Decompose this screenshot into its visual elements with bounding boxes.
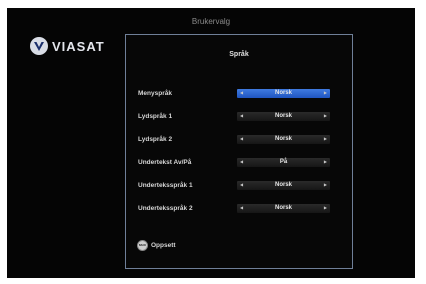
audio-language-1-selector[interactable]: ◀ Norsk ▶	[237, 111, 330, 121]
row-label: Lydspråk 2	[138, 135, 173, 143]
arrow-right-icon[interactable]: ▶	[324, 206, 327, 210]
arrow-right-icon[interactable]: ▶	[324, 160, 327, 164]
back-button-icon[interactable]: BACK	[137, 240, 148, 251]
selector-value: Norsk	[274, 182, 292, 188]
arrow-right-icon[interactable]: ▶	[324, 91, 327, 95]
audio-language-2-selector[interactable]: ◀ Norsk ▶	[237, 134, 330, 144]
arrow-right-icon[interactable]: ▶	[324, 183, 327, 187]
row-label: Undertekst Av/På	[138, 158, 192, 166]
row-label: Menyspråk	[138, 89, 172, 97]
arrow-right-icon[interactable]: ▶	[324, 137, 327, 141]
footer-back[interactable]: BACK Oppsett	[137, 240, 176, 251]
arrow-right-icon[interactable]: ▶	[324, 114, 327, 118]
language-panel: Språk Menyspråk ◀ Norsk ▶ Lydspråk 1 ◀ N…	[125, 34, 353, 269]
row-subtitle-language-1[interactable]: Underteksspråk 1 ◀ Norsk ▶	[138, 180, 343, 190]
row-label: Underteksspråk 1	[138, 181, 193, 189]
selector-value: Norsk	[274, 113, 292, 119]
row-subtitles-toggle[interactable]: Undertekst Av/På ◀ På ▶	[138, 157, 343, 167]
footer-label: Oppsett	[151, 242, 176, 249]
subtitle-language-1-selector[interactable]: ◀ Norsk ▶	[237, 180, 330, 190]
row-label: Lydspråk 1	[138, 112, 173, 120]
menu-language-selector[interactable]: ◀ Norsk ▶	[237, 88, 330, 98]
row-label: Underteksspråk 2	[138, 204, 193, 212]
subtitles-toggle-selector[interactable]: ◀ På ▶	[237, 157, 330, 167]
panel-title: Språk	[229, 51, 249, 58]
screen-title: Brukervalg	[191, 17, 231, 26]
row-subtitle-language-2[interactable]: Underteksspråk 2 ◀ Norsk ▶	[138, 203, 343, 213]
row-menu-language[interactable]: Menyspråk ◀ Norsk ▶	[138, 88, 343, 98]
selector-value: På	[279, 159, 288, 165]
subtitle-language-2-selector[interactable]: ◀ Norsk ▶	[237, 203, 330, 213]
selector-value: Norsk	[274, 205, 292, 211]
viasat-logo-icon	[30, 37, 48, 55]
logo-text: VIASAT	[52, 38, 105, 54]
row-audio-language-2[interactable]: Lydspråk 2 ◀ Norsk ▶	[138, 134, 343, 144]
row-audio-language-1[interactable]: Lydspråk 1 ◀ Norsk ▶	[138, 111, 343, 121]
selector-value: Norsk	[274, 90, 292, 96]
selector-value: Norsk	[274, 136, 292, 142]
tv-screen: Brukervalg VIASAT Språk Menyspråk ◀ Nors…	[7, 8, 415, 278]
viasat-logo: VIASAT	[30, 37, 105, 55]
